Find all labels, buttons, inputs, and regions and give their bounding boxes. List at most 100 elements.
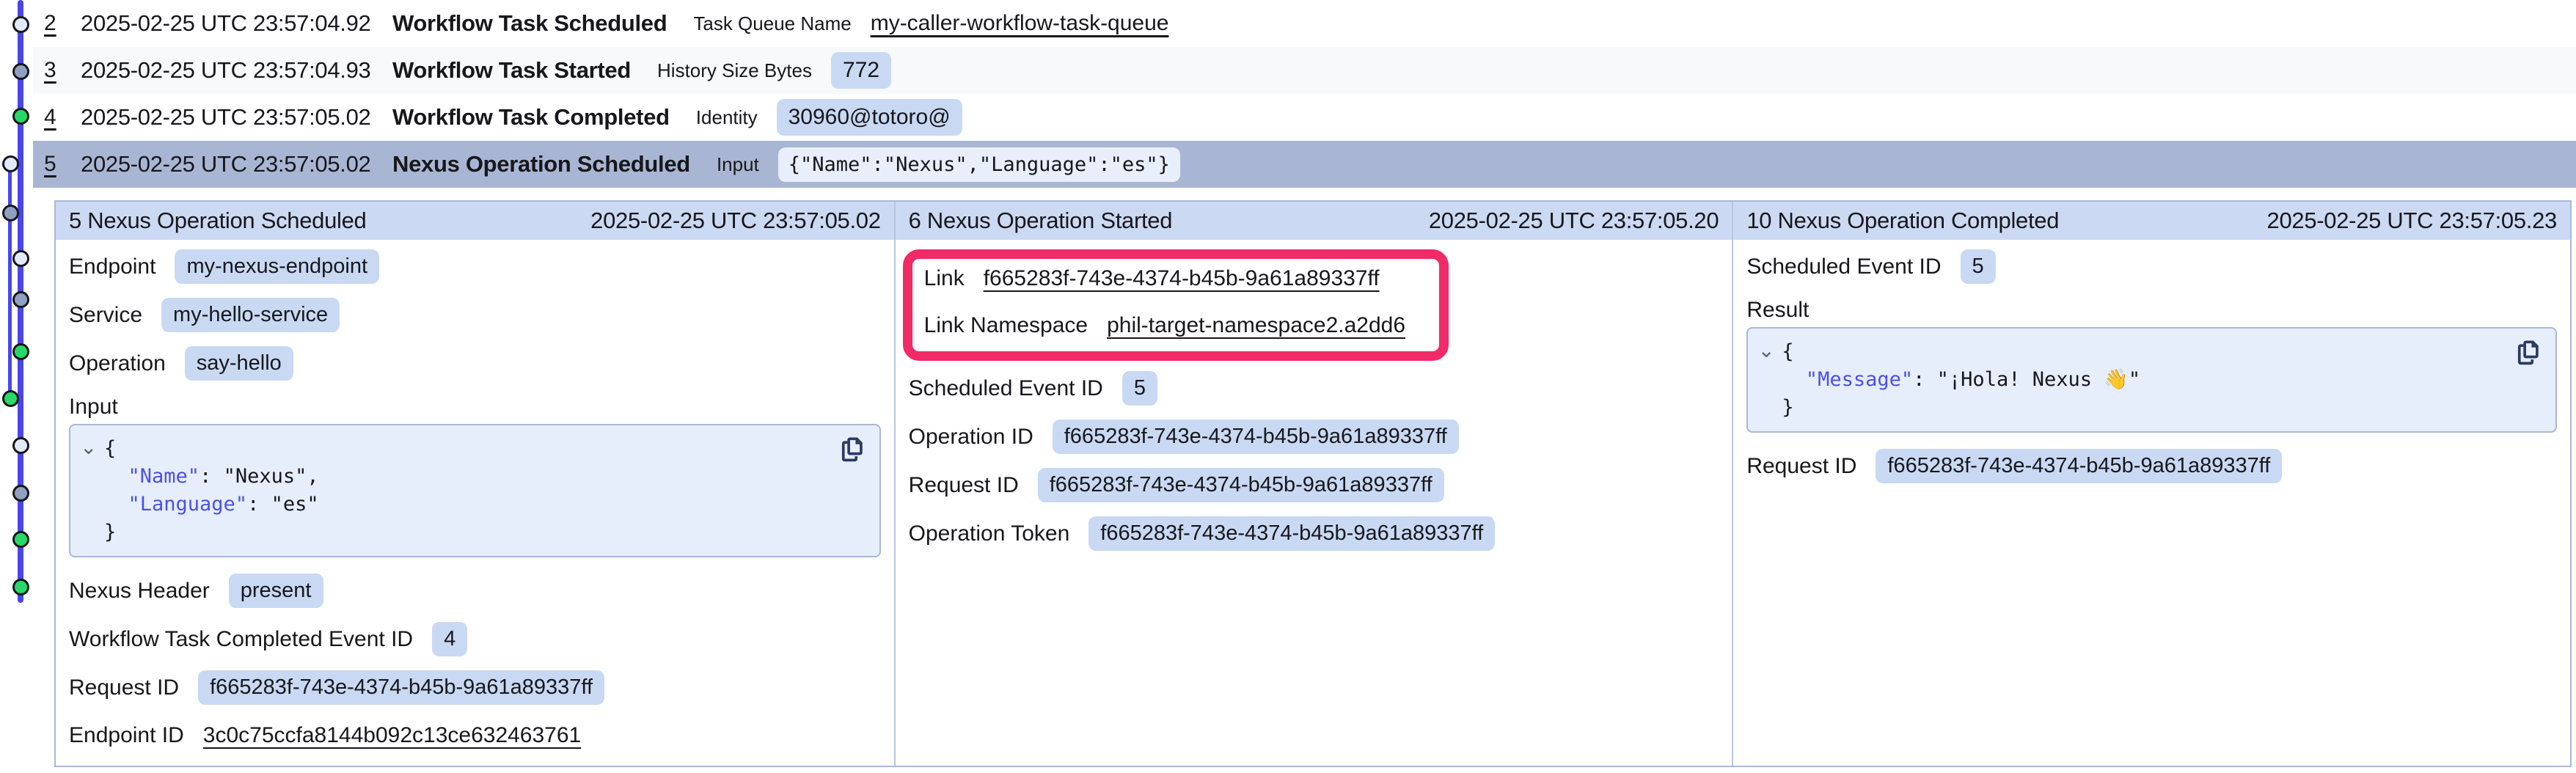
- field-label: Input: [69, 395, 118, 420]
- field-label: Endpoint ID: [69, 723, 184, 748]
- field-scheduled-event-id: Scheduled Event ID 5: [909, 371, 1719, 406]
- field-label: Operation: [69, 351, 166, 376]
- event-id-link[interactable]: 4: [44, 105, 62, 130]
- field-endpoint-id: Endpoint ID 3c0c75ccfa8144b092c13ce63246…: [69, 719, 881, 752]
- field-label: Result: [1746, 298, 1809, 323]
- code-line: }: [104, 519, 865, 546]
- timeline-node-started: [12, 485, 29, 502]
- input-json-viewer: ⌄ { "Name": "Nexus", "Language": "es"}: [69, 424, 881, 557]
- field-label: Operation Token: [909, 521, 1070, 546]
- code-line: "Message": "¡Hola! Nexus 👋": [1782, 366, 2541, 394]
- collapse-chevron-icon[interactable]: ⌄: [80, 437, 97, 458]
- event-title: Workflow Task Started: [392, 57, 631, 84]
- timeline-branch-line: [8, 164, 12, 398]
- panel-header[interactable]: 10 Nexus Operation Completed 2025-02-25 …: [1733, 202, 2570, 240]
- panel-header[interactable]: 5 Nexus Operation Scheduled 2025-02-25 U…: [56, 202, 894, 240]
- field-input-label: Input: [69, 395, 881, 420]
- panel-timestamp: 2025-02-25 UTC 23:57:05.02: [590, 208, 880, 234]
- event-attr-label: Identity: [696, 106, 758, 129]
- timeline-node-pending: [2, 155, 19, 172]
- timeline-node-started: [12, 291, 29, 308]
- collapse-chevron-icon[interactable]: ⌄: [1757, 340, 1774, 361]
- panel-timestamp: 2025-02-25 UTC 23:57:05.23: [2267, 208, 2557, 234]
- timeline-node-completed: [12, 531, 29, 548]
- field-label: Scheduled Event ID: [1746, 254, 1941, 279]
- field-value-badge: 4: [432, 622, 467, 656]
- field-value-badge: say-hello: [185, 346, 293, 381]
- field-endpoint: Endpoint my-nexus-endpoint: [69, 249, 881, 284]
- field-operation-token: Operation Token f665283f-743e-4374-b45b-…: [909, 516, 1719, 551]
- event-row-5-selected[interactable]: 5 2025-02-25 UTC 23:57:05.02 Nexus Opera…: [33, 141, 2576, 188]
- field-value-badge: 5: [1122, 371, 1157, 406]
- field-label: Request ID: [1746, 454, 1856, 479]
- event-row-4[interactable]: 4 2025-02-25 UTC 23:57:05.02 Workflow Ta…: [33, 94, 2576, 141]
- field-label: Service: [69, 303, 142, 328]
- code-line: {: [1782, 338, 2541, 366]
- field-value-badge: f665283f-743e-4374-b45b-9a61a89337ff: [1053, 420, 1459, 454]
- copy-button[interactable]: [2513, 337, 2544, 368]
- event-input-json-badge: {"Name":"Nexus","Language":"es"}: [778, 147, 1180, 182]
- timeline-node-completed: [12, 579, 29, 596]
- copy-icon: [837, 434, 868, 465]
- result-json-viewer: ⌄ { "Message": "¡Hola! Nexus 👋"}: [1746, 327, 2557, 433]
- json-key: "Name": [128, 465, 200, 488]
- panel-nexus-operation-started: 6 Nexus Operation Started 2025-02-25 UTC…: [894, 202, 1732, 766]
- field-operation-id: Operation ID f665283f-743e-4374-b45b-9a6…: [909, 420, 1719, 454]
- event-id-link[interactable]: 3: [44, 58, 62, 83]
- panel-title: 5 Nexus Operation Scheduled: [69, 208, 367, 234]
- event-attr-label: Task Queue Name: [693, 12, 851, 35]
- json-key: "Message": [1806, 368, 1913, 391]
- event-timestamp: 2025-02-25 UTC 23:57:05.02: [81, 151, 392, 177]
- field-label: Request ID: [69, 675, 179, 700]
- json-code: { "Message": "¡Hola! Nexus 👋"}: [1758, 338, 2541, 422]
- field-value-badge: 5: [1961, 249, 1996, 284]
- field-scheduled-event-id: Scheduled Event ID 5: [1746, 249, 2557, 284]
- nexus-link[interactable]: f665283f-743e-4374-b45b-9a61a89337ff: [984, 266, 1380, 291]
- event-attr-label: Input: [717, 153, 759, 176]
- field-service: Service my-hello-service: [69, 298, 881, 332]
- event-title: Workflow Task Scheduled: [392, 10, 667, 37]
- panel-body: Endpoint my-nexus-endpoint Service my-he…: [56, 240, 894, 752]
- field-value-badge: my-nexus-endpoint: [175, 249, 379, 284]
- panel-body: Scheduled Event ID 5 Result ⌄ { "Message…: [1733, 240, 2570, 483]
- event-group-detail-panels: 5 Nexus Operation Scheduled 2025-02-25 U…: [54, 200, 2572, 767]
- panel-title: 10 Nexus Operation Completed: [1746, 208, 2059, 234]
- field-label: Scheduled Event ID: [909, 376, 1103, 401]
- workflow-event-history-screen: { "event_rows": [ {"id":"2","timestamp":…: [0, 0, 2576, 773]
- event-row-2[interactable]: 2 2025-02-25 UTC 23:57:04.92 Workflow Ta…: [33, 0, 2576, 47]
- field-link-namespace: Link Namespace phil-target-namespace2.a2…: [924, 309, 1405, 342]
- event-timestamp: 2025-02-25 UTC 23:57:04.92: [81, 10, 392, 37]
- field-label: Operation ID: [909, 425, 1033, 450]
- json-key: "Language": [128, 493, 248, 516]
- event-id-link[interactable]: 5: [44, 152, 62, 177]
- event-attr-value-badge: 772: [831, 52, 891, 89]
- link-highlight-box: Link f665283f-743e-4374-b45b-9a61a89337f…: [903, 249, 1449, 361]
- copy-icon: [2513, 337, 2544, 368]
- field-request-id: Request ID f665283f-743e-4374-b45b-9a61a…: [69, 670, 881, 705]
- field-label: Link: [924, 266, 965, 291]
- event-row-3[interactable]: 3 2025-02-25 UTC 23:57:04.93 Workflow Ta…: [33, 47, 2576, 94]
- event-history-rows: 2 2025-02-25 UTC 23:57:04.92 Workflow Ta…: [33, 0, 2576, 188]
- field-result-label: Result: [1746, 298, 2557, 323]
- link-namespace-link[interactable]: phil-target-namespace2.a2dd6: [1107, 313, 1405, 338]
- timeline-node-started: [2, 205, 19, 221]
- field-value-badge: f665283f-743e-4374-b45b-9a61a89337ff: [1088, 516, 1495, 551]
- field-value-badge: present: [229, 574, 323, 608]
- field-workflow-task-completed-event-id: Workflow Task Completed Event ID 4: [69, 622, 881, 656]
- field-operation: Operation say-hello: [69, 346, 881, 381]
- endpoint-id-link[interactable]: 3c0c75ccfa8144b092c13ce632463761: [203, 723, 581, 748]
- copy-button[interactable]: [837, 434, 868, 465]
- panel-header[interactable]: 6 Nexus Operation Started 2025-02-25 UTC…: [896, 202, 1732, 240]
- event-title: Workflow Task Completed: [392, 104, 670, 131]
- event-attr-value-badge: 30960@totoro@: [777, 99, 962, 136]
- field-link: Link f665283f-743e-4374-b45b-9a61a89337f…: [924, 262, 1405, 296]
- task-queue-link[interactable]: my-caller-workflow-task-queue: [871, 11, 1169, 36]
- field-request-id: Request ID f665283f-743e-4374-b45b-9a61a…: [909, 468, 1719, 502]
- event-id-link[interactable]: 2: [44, 11, 62, 36]
- panel-timestamp: 2025-02-25 UTC 23:57:05.20: [1429, 208, 1719, 234]
- timeline-node-started: [12, 63, 29, 80]
- field-request-id: Request ID f665283f-743e-4374-b45b-9a61a…: [1746, 449, 2557, 483]
- field-value-badge: f665283f-743e-4374-b45b-9a61a89337ff: [198, 670, 604, 705]
- timeline-node-completed: [2, 390, 19, 407]
- field-label: Nexus Header: [69, 579, 210, 604]
